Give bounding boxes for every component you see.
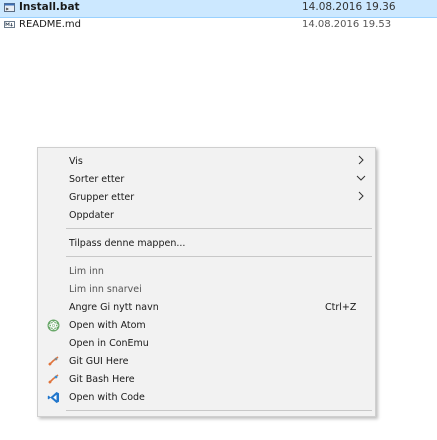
batch-file-icon (4, 2, 15, 13)
menu-item-view[interactable]: Vis (38, 152, 375, 170)
menu-item-git-gui[interactable]: Git GUI Here (38, 352, 375, 370)
menu-item-open-with-code[interactable]: Open with Code (38, 388, 375, 406)
menu-item-customize-folder[interactable]: Tilpass denne mappen... (38, 234, 375, 252)
menu-item-label: Open with Code (69, 392, 145, 403)
chevron-right-icon (355, 189, 367, 203)
atom-icon (47, 319, 60, 332)
menu-item-undo-rename[interactable]: Angre Gi nytt navn Ctrl+Z (38, 298, 375, 316)
menu-item-group-by[interactable]: Grupper etter (38, 188, 375, 206)
menu-item-shortcut: Ctrl+Z (325, 302, 357, 313)
menu-item-paste-shortcut[interactable]: Lim inn snarvei (38, 280, 375, 298)
file-name: Install.bat (19, 1, 80, 13)
file-name: README.md (19, 19, 82, 30)
menu-item-label: Grupper etter (69, 192, 135, 203)
menu-separator (66, 228, 372, 229)
menu-item-label: Git Bash Here (69, 374, 135, 385)
menu-item-label: Open in ConEmu (69, 338, 149, 349)
file-date: 14.08.2016 19.53 (302, 19, 392, 30)
menu-item-paste[interactable]: Lim inn (38, 262, 375, 280)
menu-item-label: Lim inn snarvei (69, 284, 142, 295)
menu-item-label: Angre Gi nytt navn (69, 302, 159, 313)
menu-item-label: Vis (69, 156, 83, 167)
file-row-readme-md[interactable]: README.md 14.08.2016 19.53 (0, 17, 437, 34)
menu-item-label: Lim inn (69, 266, 104, 277)
menu-item-label: Sorter etter (69, 174, 125, 185)
file-row-install-bat[interactable]: Install.bat 14.08.2016 19.36 (0, 0, 437, 18)
git-bash-icon (47, 373, 60, 386)
menu-separator (66, 410, 372, 411)
menu-item-label: Git GUI Here (69, 356, 129, 367)
menu-item-git-bash[interactable]: Git Bash Here (38, 370, 375, 388)
menu-item-label: Open with Atom (69, 320, 146, 331)
chevron-down-icon (355, 171, 367, 185)
menu-item-label: Tilpass denne mappen... (69, 238, 186, 249)
menu-item-label: Oppdater (69, 210, 114, 221)
menu-item-open-in-conemu[interactable]: Open in ConEmu (38, 334, 375, 352)
menu-separator (66, 256, 372, 257)
file-date: 14.08.2016 19.36 (302, 1, 396, 13)
chevron-right-icon (355, 153, 367, 167)
vscode-icon (47, 391, 60, 404)
context-menu: Vis Sorter etter Grupper etter Oppdater … (37, 147, 376, 417)
menu-item-refresh[interactable]: Oppdater (38, 206, 375, 224)
markdown-file-icon (4, 19, 15, 30)
menu-item-sort-by[interactable]: Sorter etter (38, 170, 375, 188)
git-gui-icon (47, 355, 60, 368)
menu-item-open-with-atom[interactable]: Open with Atom (38, 316, 375, 334)
